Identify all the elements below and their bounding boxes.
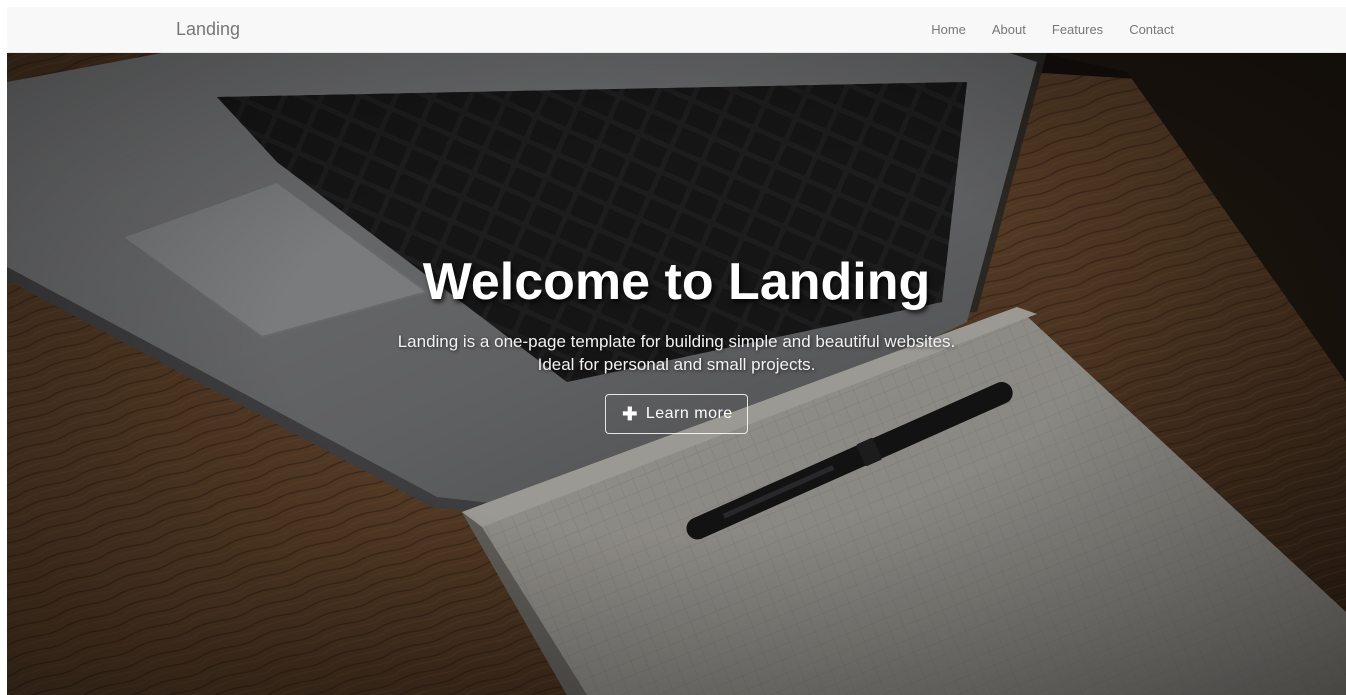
learn-more-label: Learn more (645, 405, 733, 422)
hero-section: Welcome to Landing Landing is a one-page… (7, 52, 1346, 695)
page: Landing Home About Features Contact Welc… (7, 7, 1346, 695)
hero-title: Welcome to Landing (422, 253, 931, 311)
hero-subtitle-line-1: Landing is a one-page template for build… (397, 332, 956, 351)
plus-icon: ✚ (622, 404, 638, 424)
learn-more-button[interactable]: ✚ Learn more (605, 394, 748, 434)
hero-subtitle: Landing is a one-page template for build… (7, 330, 1346, 376)
navbar: Landing Home About Features Contact (7, 7, 1346, 53)
nav-link-about[interactable]: About (979, 22, 1039, 37)
hero-content: Welcome to Landing Landing is a one-page… (7, 252, 1346, 434)
nav-link-contact[interactable]: Contact (1116, 22, 1187, 37)
brand-logo[interactable]: Landing (176, 19, 240, 40)
nav-link-home[interactable]: Home (918, 22, 979, 37)
nav-links: Home About Features Contact (918, 7, 1187, 52)
hero-subtitle-line-2: Ideal for personal and small projects. (537, 355, 816, 374)
nav-link-features[interactable]: Features (1039, 22, 1116, 37)
